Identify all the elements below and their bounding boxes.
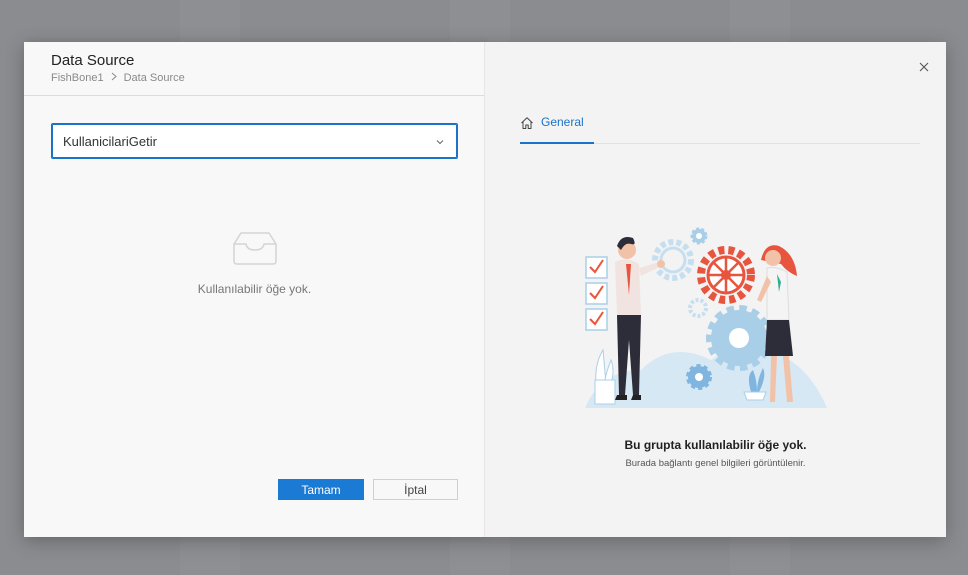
ok-button[interactable]: Tamam xyxy=(278,479,364,500)
data-source-dialog: Data Source FishBone1 Data Source Kullan… xyxy=(24,42,946,537)
empty-inbox-icon xyxy=(232,232,277,265)
tab-general[interactable]: General xyxy=(520,104,594,144)
empty-subtitle: Burada bağlantı genel bilgileri görüntül… xyxy=(625,458,806,469)
data-source-select[interactable]: KullanicilariGetir xyxy=(51,123,458,159)
tab-general-label: General xyxy=(541,115,584,129)
close-icon[interactable] xyxy=(918,60,930,78)
data-source-select-value: KullanicilariGetir xyxy=(63,133,157,149)
tab-bar: General xyxy=(520,104,920,144)
empty-state: Kullanılabilir öğe yok. xyxy=(24,230,485,296)
dialog-title: Data Source xyxy=(51,52,135,69)
gear-icon xyxy=(652,239,694,281)
empty-state-message: Kullanılabilir öğe yok. xyxy=(197,282,312,296)
breadcrumb-item-data-source: Data Source xyxy=(123,72,185,84)
dialog-header: Data Source FishBone1 Data Source xyxy=(24,42,484,96)
gear-icon xyxy=(706,305,772,371)
left-pane: Data Source FishBone1 Data Source Kullan… xyxy=(24,42,485,537)
empty-title: Bu grupta kullanılabilir öğe yok. xyxy=(624,438,807,452)
gear-icon xyxy=(690,227,708,245)
home-icon xyxy=(521,117,533,129)
cancel-button[interactable]: İptal xyxy=(373,479,458,500)
gear-icon xyxy=(686,364,712,390)
checklist-icon xyxy=(585,256,608,331)
breadcrumb-item-fishbone[interactable]: FishBone1 xyxy=(51,72,104,84)
chevron-right-icon xyxy=(110,72,118,84)
gear-icon xyxy=(688,298,708,318)
right-pane: General Bu grupta kullanılabilir öğe yok… xyxy=(485,42,946,537)
people-gears-illustration xyxy=(585,227,827,408)
gear-icon xyxy=(697,246,755,304)
breadcrumb: FishBone1 Data Source xyxy=(51,72,484,84)
chevron-down-icon xyxy=(435,135,445,150)
